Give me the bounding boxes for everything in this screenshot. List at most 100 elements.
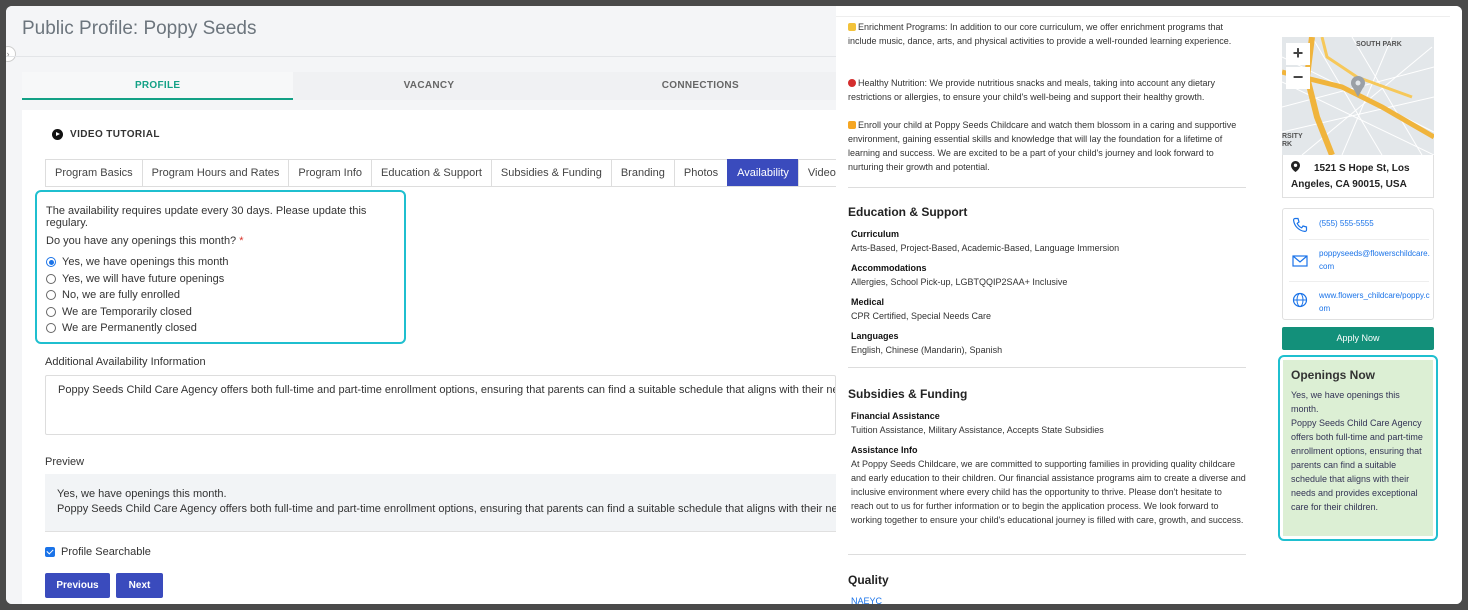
apple-icon bbox=[848, 79, 856, 87]
title-divider bbox=[6, 56, 836, 57]
assistance-info-label: Assistance Info bbox=[851, 445, 918, 455]
phone-icon bbox=[1292, 217, 1308, 233]
radio-button[interactable] bbox=[46, 273, 56, 284]
medical-field: Medical CPR Certified, Special Needs Care bbox=[851, 295, 1246, 323]
subtab-subsidies-funding[interactable]: Subsidies & Funding bbox=[490, 159, 612, 186]
top-divider bbox=[836, 16, 1450, 17]
public-profile-preview: Enrichment Programs: In addition to our … bbox=[836, 6, 1462, 604]
website-row[interactable]: www.flowers_childcare/poppy.com bbox=[1283, 289, 1433, 315]
app-frame: Public Profile: Poppy Seeds › PROFILE VA… bbox=[6, 6, 1462, 604]
apply-now-button[interactable]: Apply Now bbox=[1282, 327, 1434, 350]
radio-option-fully-enrolled[interactable]: No, we are fully enrolled bbox=[46, 287, 229, 304]
section-tabs: Program Basics Program Hours and Rates P… bbox=[45, 159, 846, 187]
email-link[interactable]: poppyseeds@flowerschildcare.com bbox=[1319, 247, 1433, 273]
zoom-in-button[interactable]: + bbox=[1286, 43, 1310, 65]
profile-searchable-toggle[interactable]: Profile Searchable bbox=[45, 546, 151, 558]
website-link[interactable]: www.flowers_childcare/poppy.com bbox=[1319, 289, 1433, 315]
enroll-text: Enroll your child at Poppy Seeds Childca… bbox=[848, 120, 1237, 172]
radio-label: Yes, we have openings this month bbox=[62, 256, 229, 269]
email-row[interactable]: poppyseeds@flowerschildcare.com bbox=[1283, 247, 1433, 273]
tab-connections[interactable]: CONNECTIONS bbox=[565, 72, 836, 100]
enrichment-text: Enrichment Programs: In addition to our … bbox=[848, 22, 1232, 46]
radio-button[interactable] bbox=[46, 290, 56, 301]
phone-link[interactable]: (555) 555-5555 bbox=[1319, 217, 1374, 230]
phone-row[interactable]: (555) 555-5555 bbox=[1283, 217, 1433, 233]
radio-button[interactable] bbox=[46, 323, 56, 334]
subtab-program-hours-rates[interactable]: Program Hours and Rates bbox=[141, 159, 290, 186]
preview-box: Yes, we have openings this month. Poppy … bbox=[45, 474, 836, 532]
contact-divider bbox=[1289, 281, 1429, 282]
play-icon bbox=[52, 129, 63, 140]
nutrition-text: Healthy Nutrition: We provide nutritious… bbox=[848, 78, 1216, 102]
zoom-out-button[interactable]: − bbox=[1286, 67, 1310, 89]
subtab-photos[interactable]: Photos bbox=[673, 159, 729, 186]
accommodations-label: Accommodations bbox=[851, 263, 927, 273]
radio-button[interactable] bbox=[46, 257, 56, 268]
education-support-heading: Education & Support bbox=[848, 205, 968, 219]
accommodations-field: Accommodations Allergies, School Pick-up,… bbox=[851, 261, 1246, 289]
contact-box: (555) 555-5555 poppyseeds@flowerschildca… bbox=[1282, 208, 1434, 320]
radio-label: Yes, we will have future openings bbox=[62, 272, 225, 285]
section-divider bbox=[848, 187, 1246, 188]
editor-panel: Public Profile: Poppy Seeds › PROFILE VA… bbox=[6, 6, 846, 604]
tab-vacancy[interactable]: VACANCY bbox=[293, 72, 564, 100]
medical-label: Medical bbox=[851, 297, 885, 307]
email-icon bbox=[1292, 255, 1308, 267]
openings-card: Openings Now Yes, we have openings this … bbox=[1283, 360, 1433, 536]
financial-label: Financial Assistance bbox=[851, 411, 940, 421]
main-tabs: PROFILE VACANCY CONNECTIONS bbox=[22, 72, 836, 100]
preview-label: Preview bbox=[45, 456, 85, 468]
address-box: 1521 S Hope St, Los Angeles, CA 90015, U… bbox=[1282, 155, 1434, 198]
searchable-checkbox[interactable] bbox=[45, 547, 55, 557]
enroll-paragraph: Enroll your child at Poppy Seeds Childca… bbox=[848, 118, 1246, 174]
assistance-info-value: At Poppy Seeds Childcare, we are committ… bbox=[851, 459, 1246, 525]
flower-icon bbox=[848, 121, 856, 129]
music-icon bbox=[848, 23, 856, 31]
radio-option-temporarily-closed[interactable]: We are Temporarily closed bbox=[46, 304, 229, 321]
openings-question: Do you have any openings this month? * bbox=[46, 235, 244, 247]
video-tutorial-link[interactable]: VIDEO TUTORIAL bbox=[52, 129, 160, 140]
radio-button[interactable] bbox=[46, 306, 56, 317]
page-title: Public Profile: Poppy Seeds bbox=[22, 18, 257, 39]
openings-question-text: Do you have any openings this month? bbox=[46, 235, 237, 247]
languages-value: English, Chinese (Mandarin), Spanish bbox=[851, 345, 1003, 355]
quality-naeyc-link[interactable]: NAEYC bbox=[851, 594, 1246, 604]
section-divider bbox=[848, 367, 1246, 368]
openings-highlight: Openings Now Yes, we have openings this … bbox=[1278, 355, 1438, 541]
subtab-program-info[interactable]: Program Info bbox=[288, 159, 373, 186]
subtab-branding[interactable]: Branding bbox=[610, 159, 675, 186]
medical-value: CPR Certified, Special Needs Care bbox=[851, 311, 992, 321]
location-map[interactable]: + − SOUTH PARK RSITY RK bbox=[1282, 37, 1434, 155]
enrichment-paragraph: Enrichment Programs: In addition to our … bbox=[848, 20, 1246, 48]
globe-icon bbox=[1292, 292, 1308, 308]
curriculum-field: Curriculum Arts-Based, Project-Based, Aca… bbox=[851, 227, 1246, 255]
previous-button[interactable]: Previous bbox=[45, 573, 110, 598]
section-divider bbox=[848, 554, 1246, 555]
openings-title: Openings Now bbox=[1291, 368, 1375, 382]
collapse-icon[interactable]: › bbox=[6, 46, 16, 62]
radio-label: We are Temporarily closed bbox=[62, 305, 192, 318]
next-button[interactable]: Next bbox=[116, 573, 163, 598]
subsidies-funding-heading: Subsidies & Funding bbox=[848, 387, 968, 401]
curriculum-label: Curriculum bbox=[851, 229, 900, 239]
languages-label: Languages bbox=[851, 331, 899, 341]
video-tutorial-label: VIDEO TUTORIAL bbox=[70, 129, 160, 140]
radio-option-openings-now[interactable]: Yes, we have openings this month bbox=[46, 254, 229, 271]
subtab-education-support[interactable]: Education & Support bbox=[371, 159, 492, 186]
openings-line-1: Yes, we have openings this month. bbox=[1291, 390, 1400, 414]
additional-info-label: Additional Availability Information bbox=[45, 356, 206, 368]
tab-profile[interactable]: PROFILE bbox=[22, 72, 294, 100]
radio-option-future-openings[interactable]: Yes, we will have future openings bbox=[46, 271, 229, 288]
required-mark: * bbox=[239, 235, 244, 247]
searchable-label: Profile Searchable bbox=[61, 546, 151, 558]
quality-heading: Quality bbox=[848, 573, 889, 587]
languages-field: Languages English, Chinese (Mandarin), Sp… bbox=[851, 329, 1246, 357]
accommodations-value: Allergies, School Pick-up, LGBTQQIP2SAA+… bbox=[851, 277, 1068, 287]
radio-option-permanently-closed[interactable]: We are Permanently closed bbox=[46, 320, 229, 337]
availability-group: The availability requires update every 3… bbox=[35, 190, 406, 344]
subtab-availability[interactable]: Availability bbox=[727, 159, 799, 186]
map-label-city: RSITY RK bbox=[1282, 133, 1303, 148]
subtab-program-basics[interactable]: Program Basics bbox=[45, 159, 143, 186]
profile-card: VIDEO TUTORIAL Program Basics Program Ho… bbox=[22, 110, 846, 604]
additional-info-textarea[interactable]: Poppy Seeds Child Care Agency offers bot… bbox=[45, 375, 836, 435]
